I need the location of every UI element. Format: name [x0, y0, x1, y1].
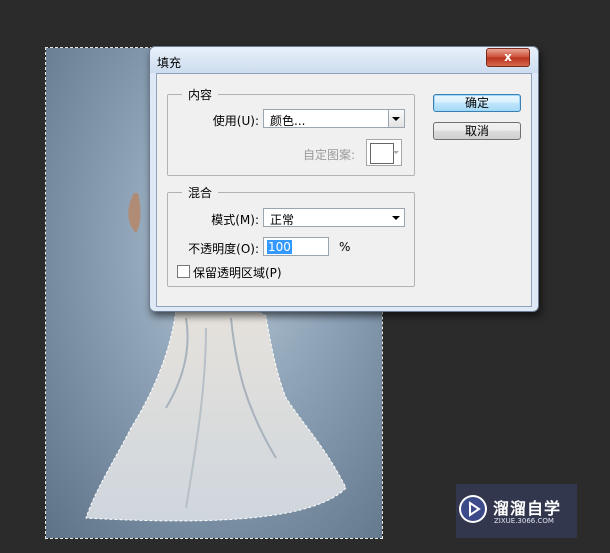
mode-select-value: 正常 — [270, 213, 295, 227]
chevron-down-icon — [392, 117, 400, 121]
use-label: 使用(U): — [212, 114, 259, 128]
pattern-picker — [366, 139, 402, 166]
opacity-unit: % — [339, 240, 351, 254]
watermark: 溜溜自学 ZIXUE.3066.COM — [456, 484, 577, 538]
dialog-body: 内容 使用(U): 颜色... 自定图案: 混合 模式(M): 正常 不透明度(… — [156, 73, 532, 307]
pattern-label: 自定图案: — [302, 148, 355, 162]
mode-select[interactable]: 正常 — [263, 208, 405, 227]
close-button[interactable]: x — [486, 48, 530, 67]
use-select-dropdown[interactable] — [388, 110, 404, 127]
play-logo-icon — [459, 495, 487, 523]
preserve-transparency-label[interactable]: 保留透明区域(P) — [193, 264, 282, 281]
watermark-url: ZIXUE.3066.COM — [494, 517, 554, 525]
use-select[interactable]: 颜色... — [263, 109, 405, 128]
use-select-value: 颜色... — [270, 114, 306, 128]
opacity-value: 100 — [267, 240, 292, 254]
pattern-swatch — [370, 143, 394, 164]
chevron-down-icon — [393, 151, 399, 154]
preserve-transparency-checkbox[interactable] — [177, 265, 190, 278]
fill-dialog: 填充 x 内容 使用(U): 颜色... 自定图案: 混合 模式(M): 正常 … — [149, 46, 539, 312]
dialog-titlebar[interactable]: 填充 x — [150, 47, 538, 73]
chevron-down-icon — [392, 216, 400, 220]
content-group-title: 内容 — [182, 86, 219, 103]
opacity-label: 不透明度(O): — [188, 242, 259, 256]
blend-group-title: 混合 — [182, 184, 219, 201]
mode-label: 模式(M): — [211, 213, 259, 227]
dialog-title: 填充 — [157, 56, 182, 70]
cancel-button[interactable]: 取消 — [433, 122, 521, 140]
watermark-brand: 溜溜自学 — [493, 499, 562, 518]
ok-button[interactable]: 确定 — [433, 94, 521, 112]
opacity-input[interactable]: 100 — [263, 237, 329, 256]
